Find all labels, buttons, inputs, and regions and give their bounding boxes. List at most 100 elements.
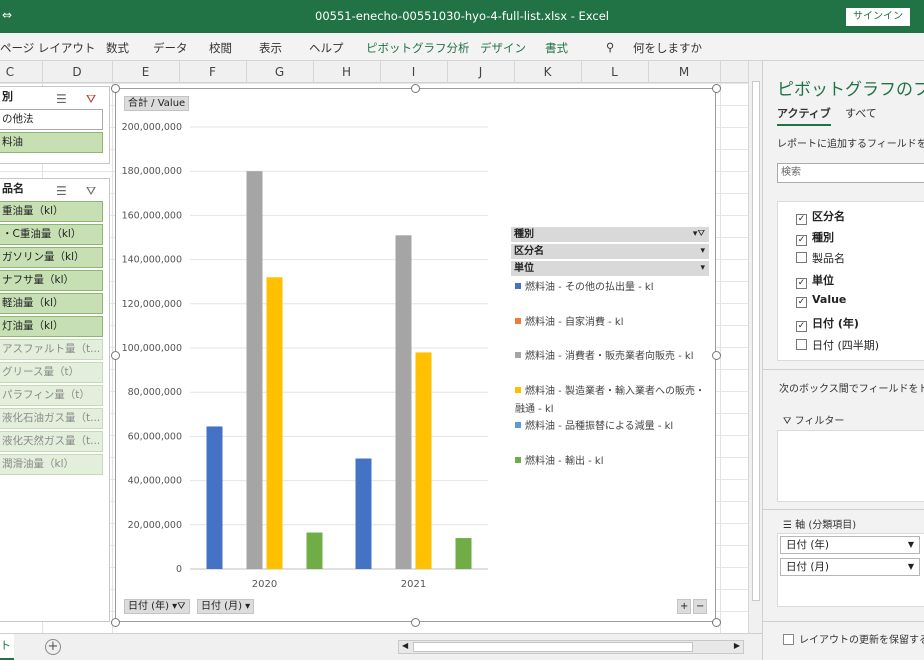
axis-field-button-year[interactable]: 日付 (年) ▾⛛ xyxy=(124,599,190,614)
bar[interactable] xyxy=(355,458,372,570)
scroll-right-icon[interactable]: ▶ xyxy=(734,641,740,650)
bar[interactable] xyxy=(455,538,472,569)
resize-handle[interactable] xyxy=(712,351,721,360)
column-header[interactable]: K xyxy=(514,65,581,79)
legend-item[interactable]: 燃料油 - 輸出 - kl xyxy=(515,453,711,471)
zoom-out-button[interactable]: − xyxy=(693,599,708,614)
bar[interactable] xyxy=(266,277,283,569)
legend-filter-button[interactable]: 単位 ▾ xyxy=(511,261,709,276)
vertical-scrollbar[interactable] xyxy=(748,61,762,633)
slicer-item[interactable]: 軽油量（kl） xyxy=(0,293,103,314)
tab-page-layout[interactable]: ページ レイアウト xyxy=(0,40,95,56)
scrollbar-thumb[interactable] xyxy=(752,81,760,601)
column-header[interactable]: D xyxy=(42,65,112,79)
pivot-chart[interactable]: 合計 / Value 200,000,000 180,000,000 160,000… xyxy=(115,88,716,622)
checkbox-icon[interactable] xyxy=(796,339,807,350)
resize-handle[interactable] xyxy=(111,618,120,627)
legend-item[interactable]: 燃料油 - 品種振替による減量 - kl xyxy=(515,418,711,436)
bar[interactable] xyxy=(395,235,412,570)
bar[interactable] xyxy=(246,171,263,569)
legend-item[interactable]: 燃料油 - 自家消費 - kl xyxy=(515,314,711,332)
tab-design[interactable]: デザイン xyxy=(480,40,526,56)
checkbox-checked-icon[interactable]: ✓ xyxy=(796,297,807,308)
horizontal-scrollbar[interactable]: ◀ ▶ xyxy=(398,640,744,654)
column-header[interactable]: L xyxy=(581,65,648,79)
legend-filter-button[interactable]: 種別 ▾⛛ xyxy=(511,227,709,242)
clear-filter-icon[interactable]: ⛛ xyxy=(86,181,96,201)
slicer-item[interactable]: ガソリン量（kl） xyxy=(0,247,103,268)
legend-filter-button[interactable]: 区分名 ▾ xyxy=(511,244,709,259)
resize-handle[interactable] xyxy=(712,84,721,93)
defer-update-option[interactable]: レイアウトの更新を保留する xyxy=(783,631,924,646)
resize-handle[interactable] xyxy=(111,84,120,93)
legend-item[interactable]: 燃料油 - 製造業者・輸入業者への販売・融通 - kl xyxy=(515,383,711,419)
checkbox-checked-icon[interactable]: ✓ xyxy=(796,214,807,225)
slicer-item[interactable]: ナフサ量（kl） xyxy=(0,270,103,291)
field-item[interactable]: ✓ Value xyxy=(796,293,846,308)
slicer-item[interactable]: アスファルト量（t... xyxy=(0,339,103,360)
scroll-left-icon[interactable]: ◀ xyxy=(402,641,408,650)
add-sheet-button[interactable]: + xyxy=(45,639,61,655)
column-header[interactable]: M xyxy=(648,65,720,79)
axis-field-item[interactable]: 日付 (年) ▼ xyxy=(780,536,920,554)
tab-view[interactable]: 表示 xyxy=(259,40,282,56)
filter-drop-area[interactable] xyxy=(777,430,924,502)
tab-active[interactable]: アクティブ xyxy=(777,105,831,126)
multi-select-icon[interactable]: ☰ xyxy=(56,89,67,109)
scrollbar-thumb[interactable] xyxy=(413,642,693,652)
bar[interactable] xyxy=(415,352,432,569)
field-item[interactable]: ✓ 単位 xyxy=(796,272,834,289)
bar[interactable] xyxy=(306,532,323,569)
tab-all[interactable]: すべて xyxy=(845,105,877,121)
field-search-input[interactable]: 検索 xyxy=(777,163,924,183)
column-header[interactable]: J xyxy=(447,65,514,79)
sheet-tab[interactable]: ト xyxy=(0,634,14,660)
field-item[interactable]: ✓ 種別 xyxy=(796,229,834,246)
resize-handle[interactable] xyxy=(111,351,120,360)
axis-field-button-month[interactable]: 日付 (月) ▾ xyxy=(197,599,255,614)
slicer-item[interactable]: パラフィン量（t） xyxy=(0,385,103,406)
tell-me-search[interactable]: 何をしますか xyxy=(633,40,702,56)
checkbox-icon[interactable] xyxy=(796,252,807,263)
zoom-in-button[interactable]: + xyxy=(677,599,692,614)
resize-handle[interactable] xyxy=(712,618,721,627)
bar[interactable] xyxy=(206,426,223,569)
column-header[interactable]: I xyxy=(380,65,447,79)
clear-filter-icon[interactable]: ⛛ xyxy=(86,89,96,109)
signin-button[interactable]: サインイン xyxy=(846,8,910,26)
field-item[interactable]: ✓ 日付 (年) xyxy=(796,315,859,332)
tab-review[interactable]: 校閲 xyxy=(209,40,232,56)
checkbox-checked-icon[interactable]: ✓ xyxy=(796,278,807,289)
column-header[interactable]: C xyxy=(0,65,20,79)
legend-item[interactable]: 燃料油 - 消費者・販売業者向販売 - kl xyxy=(515,348,711,366)
multi-select-icon[interactable]: ☰ xyxy=(56,181,67,201)
field-item[interactable]: 日付 (四半期) xyxy=(796,337,879,353)
checkbox-checked-icon[interactable]: ✓ xyxy=(796,321,807,332)
column-header[interactable]: H xyxy=(313,65,380,79)
tab-data[interactable]: データ xyxy=(153,40,188,56)
slicer-item[interactable]: 液化天然ガス量（t... xyxy=(0,431,103,452)
column-header[interactable]: G xyxy=(246,65,313,79)
field-item[interactable]: 製品名 xyxy=(796,250,845,266)
tab-format[interactable]: 書式 xyxy=(545,40,568,56)
column-header[interactable]: F xyxy=(179,65,246,79)
tab-help[interactable]: ヘルプ xyxy=(309,40,344,56)
axis-field-item[interactable]: 日付 (月) ▼ xyxy=(780,558,920,576)
checkbox-icon[interactable] xyxy=(783,634,794,645)
slicer-item[interactable]: ・C重油量（kl） xyxy=(0,224,103,245)
column-header[interactable]: E xyxy=(112,65,179,79)
slicer-item[interactable]: の他法 xyxy=(0,109,103,130)
resize-handle[interactable] xyxy=(411,618,420,627)
resize-handle[interactable] xyxy=(411,84,420,93)
slicer-item[interactable]: 料油 xyxy=(0,132,103,153)
slicer-item[interactable]: 灯油量（kl） xyxy=(0,316,103,337)
slicer-item[interactable]: 重油量（kl） xyxy=(0,201,103,222)
tab-pivotchart-analyze[interactable]: ピボットグラフ分析 xyxy=(366,40,470,56)
field-item[interactable]: ✓ 区分名 xyxy=(796,208,845,225)
slicer-item[interactable]: グリース量（t） xyxy=(0,362,103,383)
checkbox-checked-icon[interactable]: ✓ xyxy=(796,235,807,246)
legend-item[interactable]: 燃料油 - その他の払出量 - kl xyxy=(515,279,711,297)
slicer-item[interactable]: 液化石油ガス量（t... xyxy=(0,408,103,429)
tab-formulas[interactable]: 数式 xyxy=(106,40,129,56)
slicer-item[interactable]: 潤滑油量（kl） xyxy=(0,454,103,475)
